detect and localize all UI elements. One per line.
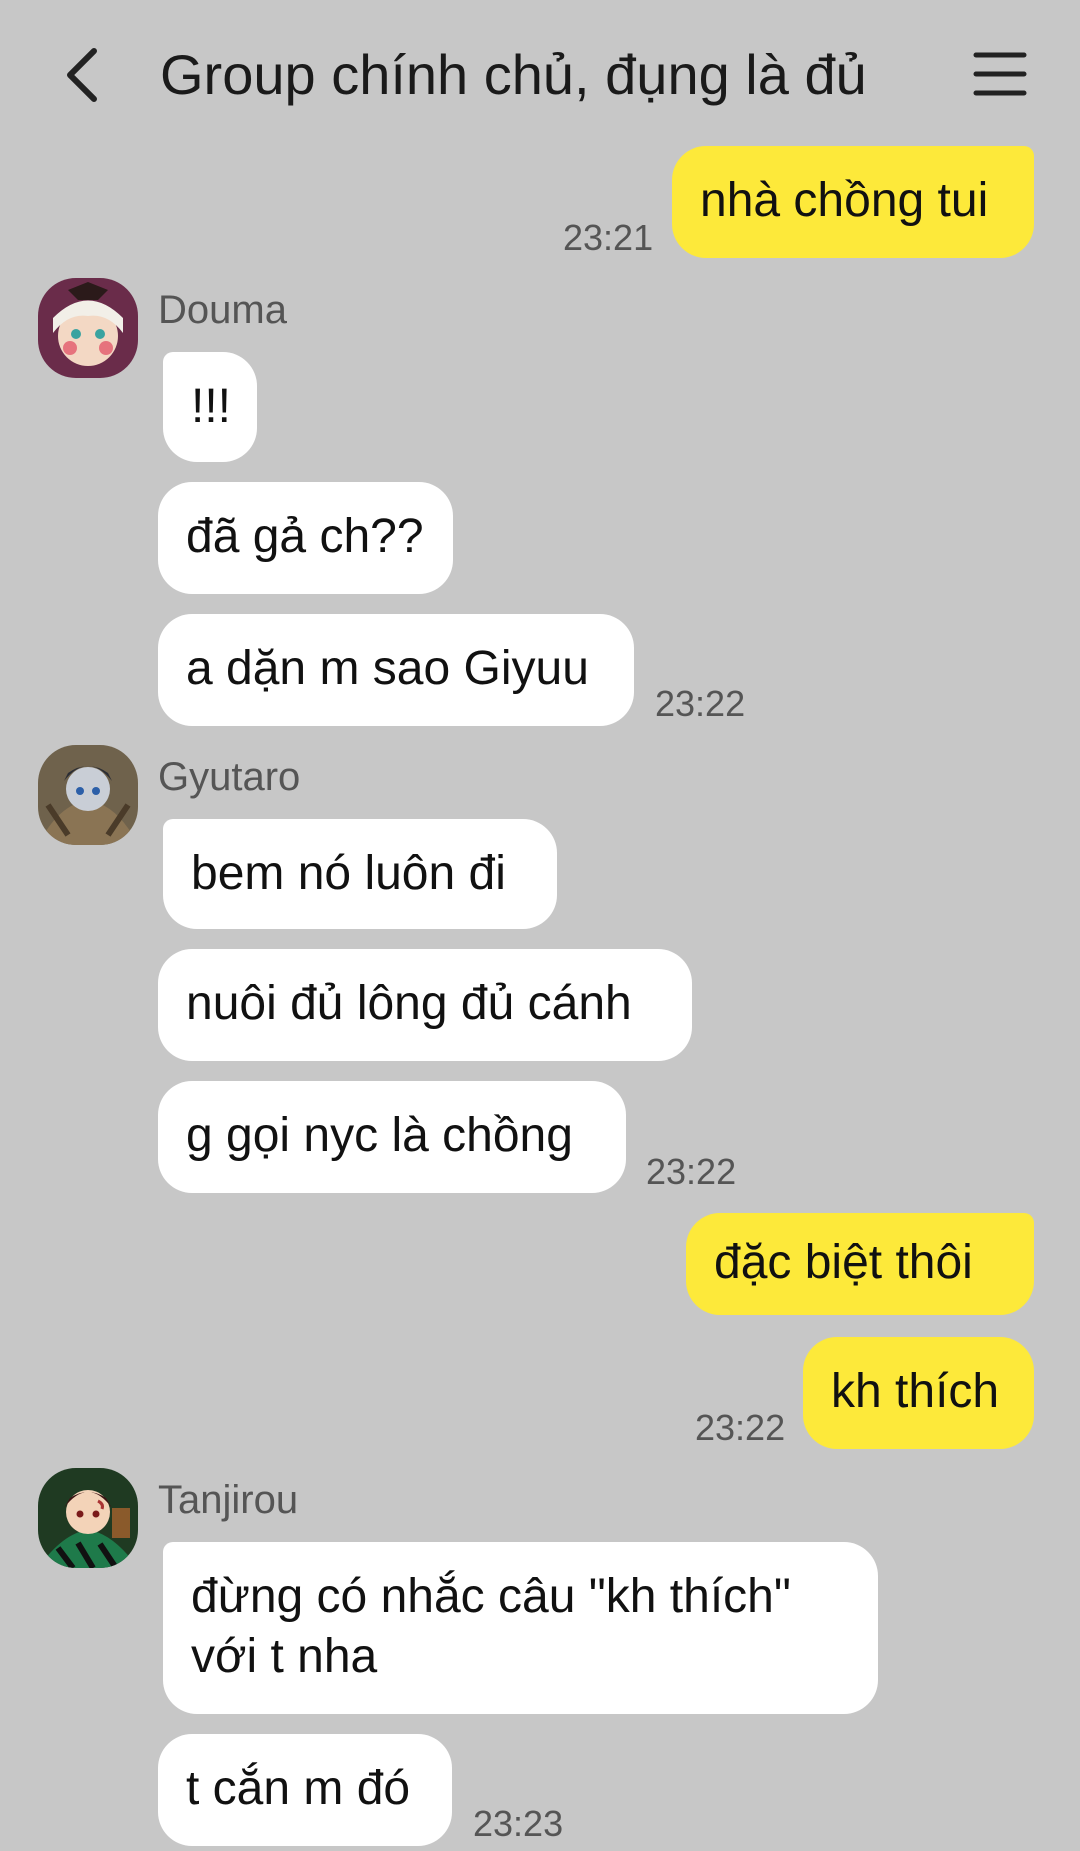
chat-title: Group chính chủ, đụng là đủ <box>160 43 867 106</box>
incoming-message-bubble[interactable]: g gọi nyc là chồng <box>158 1081 626 1193</box>
message-time: 23:21 <box>563 217 654 258</box>
incoming-message-bubble[interactable]: đừng có nhắc câu "kh thích" với t nha <box>163 1542 878 1714</box>
incoming-message-bubble[interactable]: !!! <box>163 352 257 462</box>
incoming-message-bubble[interactable]: đã gả ch?? <box>158 482 453 594</box>
hamburger-menu-icon <box>973 52 1027 96</box>
message-time: 23:22 <box>646 1151 737 1192</box>
outgoing-message-bubble[interactable]: kh thích <box>803 1337 1034 1449</box>
message-time: 23:22 <box>695 1407 786 1448</box>
incoming-message-bubble[interactable]: a dặn m sao Giyuu <box>158 614 634 726</box>
chevron-left-icon <box>67 48 97 102</box>
sender-name: Gyutaro <box>158 755 301 799</box>
sender-name: Douma <box>158 288 287 332</box>
outgoing-message-bubble[interactable]: nhà chồng tui <box>672 146 1034 258</box>
incoming-message-bubble[interactable]: t cắn m đó <box>158 1734 452 1846</box>
outgoing-message-bubble[interactable]: đặc biệt thôi <box>686 1213 1034 1315</box>
menu-button[interactable] <box>970 44 1030 104</box>
chat-header: Group chính chủ, đụng là đủ <box>0 0 1080 140</box>
back-button[interactable] <box>52 40 112 110</box>
message-time: 23:23 <box>473 1803 564 1844</box>
gyutaro-avatar-image <box>38 745 138 845</box>
avatar[interactable] <box>38 278 138 378</box>
avatar[interactable] <box>38 1468 138 1568</box>
avatar[interactable] <box>38 745 138 845</box>
incoming-message-bubble[interactable]: bem nó luôn đi <box>163 819 557 929</box>
tanjirou-avatar-image <box>38 1468 138 1568</box>
message-time: 23:22 <box>655 683 746 724</box>
incoming-message-bubble[interactable]: nuôi đủ lông đủ cánh <box>158 949 692 1061</box>
sender-name: Tanjirou <box>158 1478 299 1522</box>
douma-avatar-image <box>38 278 138 378</box>
